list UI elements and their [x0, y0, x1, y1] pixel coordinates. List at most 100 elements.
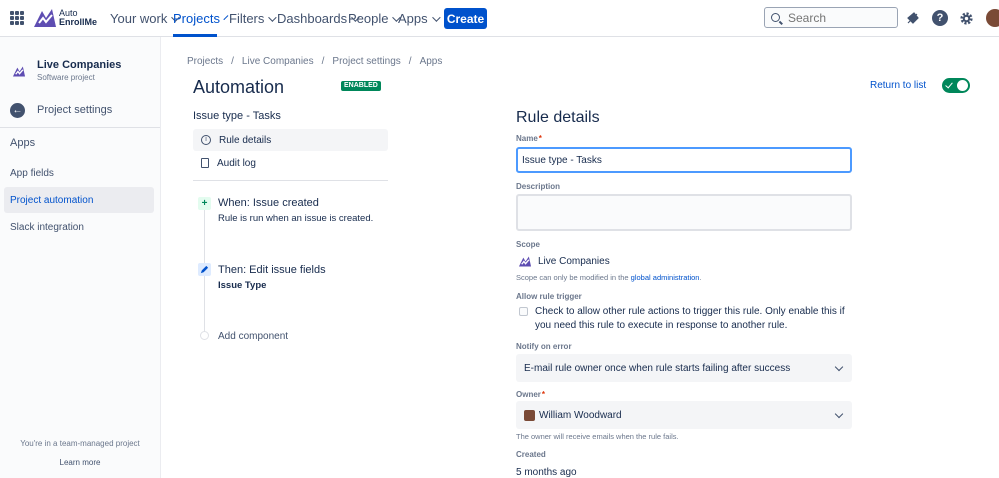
breadcrumb-separator: / [321, 56, 325, 67]
allow-rule-trigger-label: Allow rule trigger [516, 292, 582, 301]
back-to-project-settings[interactable]: ← Project settings [10, 101, 112, 119]
sidebar-item-project-automation[interactable]: Project automation [4, 187, 154, 213]
search-input[interactable] [788, 10, 888, 25]
owner-selected-value: William Woodward [539, 409, 622, 421]
nav-your-work[interactable]: Your work [110, 0, 180, 37]
trigger-description: Rule is run when an issue is created. [218, 213, 374, 224]
project-sidebar: Live Companies Software project ← Projec… [0, 37, 161, 478]
name-label-text: Name [516, 134, 538, 143]
rule-details-heading: Rule details [516, 109, 600, 126]
toggle-knob [957, 80, 968, 91]
team-managed-notice: You're in a team-managed project [20, 439, 140, 448]
add-component-button[interactable]: Add component [218, 331, 288, 342]
chevron-down-icon [834, 362, 844, 372]
breadcrumb-item[interactable]: Project settings [332, 56, 400, 67]
brand-logo[interactable]: Auto EnrollMe [33, 7, 97, 29]
notifications-icon[interactable] [905, 10, 921, 26]
required-mark: * [541, 390, 546, 399]
breadcrumb-separator: / [408, 56, 412, 67]
sidebar-section-heading: Apps [10, 137, 36, 149]
scope-note: Scope can only be modified in the global… [516, 273, 702, 282]
help-icon[interactable]: ? [932, 10, 948, 26]
description-label: Description [516, 182, 561, 191]
status-badge: ENABLED [341, 81, 381, 91]
check-icon [945, 80, 953, 89]
created-label: Created [516, 450, 546, 459]
back-label: Project settings [37, 104, 113, 116]
required-mark: * [538, 134, 542, 143]
app-switcher-icon[interactable] [10, 11, 24, 25]
return-to-list-link[interactable]: Return to list [870, 80, 926, 91]
owner-select[interactable]: William Woodward [516, 401, 852, 429]
chevron-down-icon [431, 12, 441, 22]
description-textarea[interactable] [516, 194, 852, 231]
nav-label: Apps [398, 11, 428, 26]
nav-projects[interactable]: Projects [173, 0, 229, 37]
nav-label: Your work [110, 11, 168, 26]
nav-people[interactable]: People [348, 0, 402, 37]
global-administration-link[interactable]: global administration [631, 273, 700, 282]
notify-on-error-label: Notify on error [516, 342, 572, 351]
settings-gear-icon[interactable] [958, 10, 974, 26]
nav-label: Dashboards [277, 11, 348, 26]
breadcrumb-item[interactable]: Apps [420, 56, 443, 67]
allow-rule-trigger-checkbox[interactable] [519, 307, 528, 316]
trigger-title[interactable]: When: Issue created [218, 197, 319, 209]
chevron-down-icon [268, 12, 278, 22]
scope-note-suffix: . [699, 273, 702, 282]
scope-label: Scope [516, 240, 541, 249]
rule-name-heading: Issue type - Tasks [193, 110, 281, 122]
owner-label-text: Owner [516, 390, 541, 399]
nav-label: Filters [229, 11, 265, 26]
action-title[interactable]: Then: Edit issue fields [218, 264, 326, 276]
project-name: Live Companies [37, 59, 122, 71]
action-description: Issue Type [218, 280, 267, 291]
arrow-left-icon: ← [10, 102, 25, 118]
user-avatar[interactable] [986, 9, 999, 27]
project-header[interactable]: Live Companies Software project [10, 57, 160, 87]
name-label: Name* [516, 134, 542, 143]
add-component-dot-icon [200, 331, 209, 340]
notify-on-error-select[interactable]: E-mail rule owner once when rule starts … [516, 354, 852, 382]
scope-value: Live Companies [518, 256, 610, 267]
chevron-down-icon [834, 409, 844, 419]
sidebar-item-app-fields[interactable]: App fields [4, 160, 154, 186]
rule-menu-label: Rule details [219, 134, 272, 146]
breadcrumb: Projects / Live Companies / Project sett… [187, 56, 442, 67]
sidebar-divider [0, 127, 160, 128]
rule-enabled-toggle[interactable] [942, 78, 970, 93]
rule-name-input[interactable] [516, 147, 852, 173]
search-box[interactable] [764, 7, 898, 28]
rule-menu-label: Audit log [217, 157, 256, 169]
created-value: 5 months ago [516, 467, 577, 478]
nav-apps[interactable]: Apps [398, 0, 441, 37]
scope-project-name: Live Companies [538, 256, 610, 267]
trigger-plus-icon: + [198, 197, 211, 210]
info-icon: i [201, 135, 211, 145]
nav-filters[interactable]: Filters [229, 0, 278, 37]
notify-selected-value: E-mail rule owner once when rule starts … [524, 362, 791, 374]
breadcrumb-item[interactable]: Projects [187, 56, 223, 67]
page-title: Automation [193, 77, 285, 97]
rule-menu-details[interactable]: i Rule details [193, 129, 388, 151]
nav-dashboards[interactable]: Dashboards [277, 0, 360, 37]
nav-label: Projects [173, 11, 220, 26]
brand-name-line2: EnrollMe [59, 17, 98, 27]
edit-pencil-icon [198, 263, 211, 276]
rule-menu-audit-log[interactable]: Audit log [193, 152, 388, 174]
breadcrumb-item[interactable]: Live Companies [242, 56, 314, 67]
project-logo-icon [12, 66, 26, 77]
rule-menu-divider [193, 180, 388, 181]
project-type: Software project [37, 73, 95, 82]
chevron-down-icon [223, 14, 229, 20]
owner-note: The owner will receive emails when the r… [516, 432, 679, 441]
create-button[interactable]: Create [444, 8, 487, 29]
breadcrumb-separator: / [231, 56, 234, 67]
owner-label: Owner* [516, 390, 545, 399]
nav-label: People [348, 11, 389, 26]
sidebar-item-slack-integration[interactable]: Slack integration [4, 214, 154, 240]
learn-more-link[interactable]: Learn more [0, 458, 160, 467]
audit-log-icon [201, 158, 209, 168]
project-logo-icon [518, 256, 532, 267]
search-icon [771, 13, 780, 22]
